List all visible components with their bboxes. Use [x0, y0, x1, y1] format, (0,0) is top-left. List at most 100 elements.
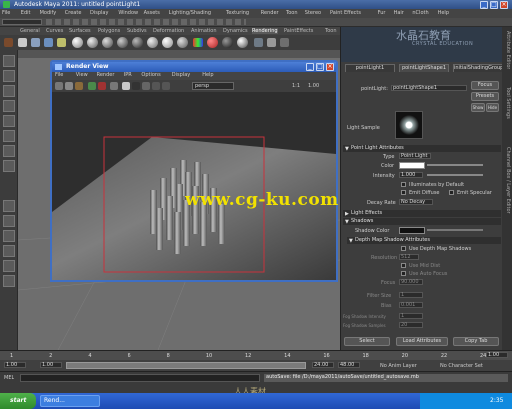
shelf-tab[interactable]: Deformation [153, 28, 184, 34]
texture-icon[interactable] [267, 38, 276, 47]
menu-item[interactable]: nCloth [412, 10, 428, 16]
close-icon[interactable]: × [326, 63, 334, 71]
menu-item[interactable]: File [2, 10, 10, 16]
material-sphere-icon[interactable] [87, 37, 98, 48]
shelf-tab[interactable]: Toon [325, 28, 337, 34]
render-view-menu-item[interactable]: File [55, 72, 63, 78]
manipulator-tool-icon[interactable] [3, 145, 15, 157]
range-bar[interactable] [66, 362, 306, 369]
shelf-tab[interactable]: PaintEffects [284, 28, 313, 34]
stop-icon[interactable] [98, 82, 106, 90]
maximize-icon[interactable]: □ [490, 1, 498, 9]
shelf-tab[interactable]: Surfaces [69, 28, 91, 34]
menu-item[interactable]: Window [118, 10, 138, 16]
color-slider[interactable] [427, 164, 483, 166]
render-view-icon[interactable] [31, 38, 40, 47]
command-input[interactable] [20, 374, 260, 382]
material-sphere-icon[interactable] [102, 37, 113, 48]
menu-item[interactable]: Edit [21, 10, 31, 16]
use-mid-dist-checkbox[interactable] [401, 263, 406, 268]
material-sphere-icon[interactable] [222, 37, 233, 48]
menu-item[interactable]: Lighting/Shading [169, 10, 211, 16]
fog-shadow-samples-field[interactable]: 20 [399, 322, 423, 328]
menu-item[interactable]: Create [65, 10, 82, 16]
material-sphere-icon[interactable] [117, 37, 128, 48]
lasso-tool-icon[interactable] [3, 70, 15, 82]
render-settings-icon[interactable] [18, 38, 27, 47]
last-tool-icon[interactable] [3, 160, 15, 172]
render-region-icon[interactable] [75, 82, 83, 90]
emit-specular-checkbox[interactable] [449, 190, 454, 195]
render-view-menu-item[interactable]: Display [172, 72, 190, 78]
shelf-tab[interactable]: Rendering [252, 28, 278, 34]
layout-four-icon[interactable] [3, 215, 15, 227]
menu-item[interactable]: Texturing [226, 10, 249, 16]
presets-button[interactable]: Presets [471, 92, 499, 101]
maximize-icon[interactable]: □ [316, 63, 324, 71]
anim-end-field[interactable]: 48.00 [338, 362, 360, 368]
render-view-menu-item[interactable]: Help [202, 72, 213, 78]
layout-outliner-icon[interactable] [3, 245, 15, 257]
status-icons[interactable] [46, 19, 246, 25]
texture-icon[interactable] [280, 38, 289, 47]
render-view-menu-item[interactable]: Render [97, 72, 115, 78]
minimize-icon[interactable]: _ [480, 1, 488, 9]
focus-button[interactable]: Focus [471, 81, 499, 90]
start-time-field[interactable]: 1.00 [4, 362, 26, 368]
redo-render-icon[interactable] [55, 82, 63, 90]
close-icon[interactable]: × [500, 1, 508, 9]
attribute-tab[interactable]: pointLight1 [345, 64, 395, 72]
point-light-attributes-section[interactable]: ▼ Point Light Attributes [343, 145, 501, 152]
side-tab[interactable]: Attribute Editor [503, 31, 511, 69]
start-button[interactable]: start [0, 393, 36, 409]
paint-select-tool-icon[interactable] [3, 85, 15, 97]
attribute-tab[interactable]: initialShadingGroup [453, 64, 503, 72]
render-image[interactable] [52, 92, 336, 280]
keep-image-icon[interactable] [152, 82, 160, 90]
select-tool-icon[interactable] [3, 55, 15, 67]
hide-button[interactable]: Hide [486, 103, 499, 112]
menu-item[interactable]: Modify [40, 10, 57, 16]
ipr-icon[interactable] [44, 38, 53, 47]
shelf-tab[interactable]: Polygons [98, 28, 120, 34]
show-button[interactable]: Show [471, 103, 485, 112]
material-sphere-icon[interactable] [237, 37, 248, 48]
bias-field[interactable]: 0.001 [399, 302, 423, 308]
camera-dropdown[interactable]: persp [192, 82, 234, 90]
shelf-tab[interactable]: Animation [191, 28, 217, 34]
illuminates-by-default-checkbox[interactable] [401, 182, 406, 187]
shadow-color-slider[interactable] [427, 229, 483, 231]
copy-tab-button[interactable]: Copy Tab [453, 337, 499, 346]
focus-field[interactable]: 90.000 [399, 279, 423, 285]
emit-diffuse-checkbox[interactable] [401, 190, 406, 195]
side-tab[interactable]: Tool Settings [503, 87, 511, 119]
alpha-channel-icon[interactable] [132, 82, 140, 90]
menu-item[interactable]: Stereo [305, 10, 321, 16]
light-icon[interactable] [57, 38, 66, 47]
render-view-menu-item[interactable]: IPR [124, 72, 132, 78]
material-sphere-icon[interactable] [132, 37, 143, 48]
scale-tool-icon[interactable] [3, 130, 15, 142]
depth-map-shadow-section[interactable]: ▼ Depth Map Shadow Attributes [347, 237, 501, 244]
attribute-tab[interactable]: pointLightShape1 [399, 64, 449, 72]
shelf-tab[interactable]: Dynamics [223, 28, 248, 34]
taskbar-task-render[interactable]: Rend... [40, 395, 100, 407]
render-view-menu-item[interactable]: View [76, 72, 88, 78]
shelf-tab[interactable]: Subdivs [127, 28, 147, 34]
playback-start-field[interactable]: 1.00 [40, 362, 62, 368]
fog-shadow-intensity-field[interactable]: 1 [399, 313, 423, 319]
anim-layer-label[interactable]: No Anim Layer [380, 363, 417, 369]
snapshot-icon[interactable] [110, 82, 118, 90]
playback-end-field[interactable]: 24.00 [312, 362, 334, 368]
use-auto-focus-checkbox[interactable] [401, 271, 406, 276]
decay-rate-dropdown[interactable]: No Decay [399, 199, 433, 205]
render-view-menu-item[interactable]: Options [141, 72, 160, 78]
current-time-field[interactable]: 1.00 [486, 352, 508, 358]
move-tool-icon[interactable] [3, 100, 15, 112]
layout-side-icon[interactable] [3, 230, 15, 242]
node-name-field[interactable]: pointLightShape1 [391, 85, 467, 91]
load-attributes-button[interactable]: Load Attributes [396, 337, 448, 346]
layout-single-icon[interactable] [3, 200, 15, 212]
minimize-icon[interactable]: _ [306, 63, 314, 71]
menu-item[interactable]: Toon [286, 10, 298, 16]
